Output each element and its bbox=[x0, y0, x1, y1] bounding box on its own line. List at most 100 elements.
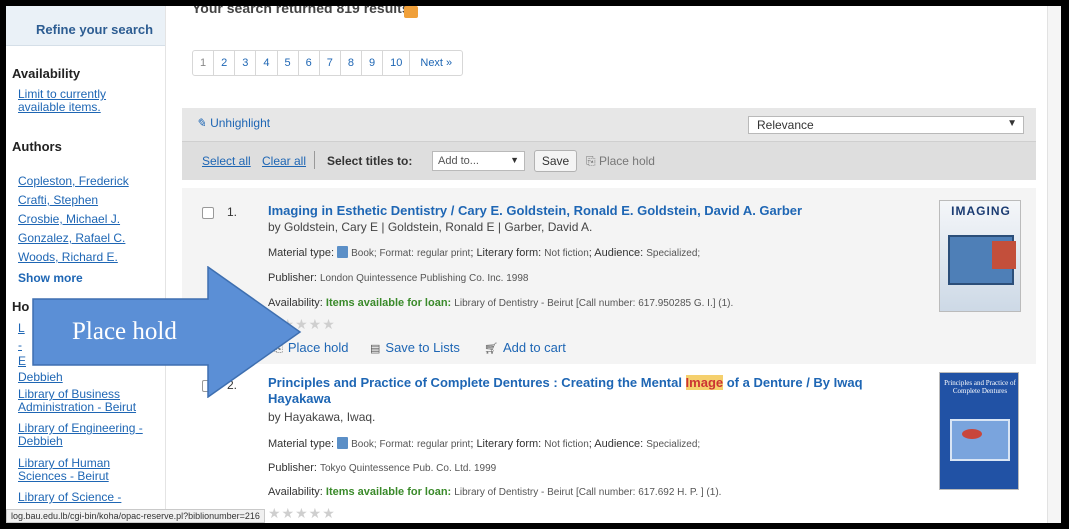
result-publisher-line: Publisher: Tokyo Quintessence Pub. Co. L… bbox=[268, 462, 496, 474]
rss-feed-icon[interactable] bbox=[404, 6, 418, 18]
unhighlight-button[interactable]: ✎ Unhighlight bbox=[196, 116, 270, 130]
title-text: Principles and Practice of Complete Dent… bbox=[268, 375, 686, 390]
result-title-link[interactable]: Imaging in Esthetic Dentistry / Cary E. … bbox=[268, 203, 928, 219]
library-facet-item[interactable]: - bbox=[18, 339, 22, 352]
availability-status: Items available for loan: bbox=[325, 486, 452, 498]
material-label: Material type: bbox=[268, 438, 335, 450]
selection-toolbar: Select all Clear all Select titles to: A… bbox=[182, 141, 1036, 180]
literary-value: Not fiction bbox=[544, 248, 589, 259]
divider bbox=[314, 151, 315, 169]
format-value: regular print bbox=[416, 248, 471, 259]
add-to-cart-button[interactable]: 🛒︎ Add to cart bbox=[484, 340, 566, 355]
page-link[interactable]: 9 bbox=[362, 51, 384, 75]
result-checkbox[interactable] bbox=[202, 207, 214, 219]
library-facet-item[interactable]: L bbox=[18, 322, 25, 335]
page-link[interactable]: 10 bbox=[383, 51, 411, 75]
result-publisher-line: Publisher: London Quintessence Publishin… bbox=[268, 272, 528, 284]
literary-label: ; Literary form: bbox=[470, 247, 542, 259]
library-facet-item[interactable]: Library of Science - bbox=[18, 491, 148, 504]
add-to-list-select[interactable]: Add to... ▼ bbox=[432, 151, 525, 171]
place-hold-callout-arrow: Place hold bbox=[32, 266, 302, 398]
availability-value: Library of Dentistry - Beirut [Call numb… bbox=[454, 487, 722, 498]
results-toolbar: ✎ Unhighlight Relevance ▼ Select all Clea… bbox=[182, 108, 1036, 180]
vertical-scrollbar[interactable] bbox=[1047, 6, 1061, 523]
publisher-value: Tokyo Quintessence Pub. Co. Ltd. 1999 bbox=[319, 463, 497, 474]
result-item: 1. Imaging in Esthetic Dentistry / Cary … bbox=[182, 188, 1036, 364]
author-facet-item[interactable]: Crafti, Stephen bbox=[18, 194, 98, 207]
authors-facet-title: Authors bbox=[12, 139, 62, 154]
audience-value: Specialized; bbox=[646, 439, 701, 450]
audience-label: ; Audience: bbox=[588, 247, 644, 259]
title-highlight: Image bbox=[685, 375, 724, 390]
cover-title: Principles and Practice of Complete Dent… bbox=[944, 379, 1016, 395]
result-byline: by Hayakawa, Iwaq. bbox=[268, 410, 376, 424]
book-icon bbox=[337, 246, 349, 258]
pen-icon: ✎ bbox=[196, 116, 207, 130]
status-bar-url: log.bau.edu.lb/cgi-bin/koha/opac-reserve… bbox=[6, 509, 265, 523]
facets-sidebar: Refine your search Availability Limit to… bbox=[6, 6, 166, 523]
material-value: Book; Format: bbox=[351, 439, 414, 450]
format-value: regular print bbox=[416, 439, 471, 450]
author-facet-item[interactable]: Crosbie, Michael J. bbox=[18, 213, 120, 226]
limit-available-link[interactable]: Limit to currently available items. bbox=[18, 88, 138, 114]
toolbar-place-hold-button[interactable]: ⎘ Place hold bbox=[586, 154, 655, 169]
refine-search-header: Refine your search bbox=[6, 6, 165, 46]
select-all-link[interactable]: Select all bbox=[202, 154, 251, 168]
audience-label: ; Audience: bbox=[588, 438, 644, 450]
cart-icon: 🛒︎ bbox=[484, 343, 498, 355]
page-link[interactable]: 4 bbox=[256, 51, 278, 75]
sort-select-value: Relevance bbox=[757, 118, 814, 132]
cover-art bbox=[992, 241, 1016, 269]
page-link[interactable]: 5 bbox=[278, 51, 299, 75]
cover-art bbox=[962, 429, 982, 439]
book-cover-image[interactable]: IMAGING bbox=[939, 200, 1021, 312]
rating-stars[interactable]: ★★★★★ bbox=[268, 505, 336, 522]
results-main: Your search returned 819 results. 1 2 3 … bbox=[176, 6, 1061, 523]
page-link[interactable]: 3 bbox=[235, 51, 257, 75]
result-item: 2. Principles and Practice of Complete D… bbox=[182, 364, 1036, 523]
author-facet-item[interactable]: Woods, Richard E. bbox=[18, 251, 118, 264]
page-link-current: 1 bbox=[193, 51, 215, 75]
save-to-lists-label: Save to Lists bbox=[385, 340, 460, 355]
results-count-text: Your search returned 819 results. bbox=[192, 6, 414, 16]
next-page-link[interactable]: Next » bbox=[410, 51, 462, 75]
availability-status: Items available for loan: bbox=[325, 297, 452, 309]
library-facet-item[interactable]: E bbox=[18, 355, 26, 368]
author-facet-item[interactable]: Gonzalez, Rafael C. bbox=[18, 232, 125, 245]
add-to-select-value: Add to... bbox=[438, 155, 479, 167]
list-icon: ▤ bbox=[370, 343, 381, 355]
result-material-line: Material type: Book; Format: regular pri… bbox=[268, 246, 700, 259]
page-link[interactable]: 7 bbox=[320, 51, 341, 75]
author-facet-item[interactable]: Copleston, Frederick bbox=[18, 175, 129, 188]
save-button[interactable]: Save bbox=[534, 150, 577, 172]
publisher-label: Publisher: bbox=[268, 462, 317, 474]
availability-facet-title: Availability bbox=[12, 66, 81, 81]
result-material-line: Material type: Book; Format: regular pri… bbox=[268, 437, 700, 450]
library-facet-item[interactable]: Library of Engineering - Debbieh bbox=[18, 422, 158, 448]
result-availability-line: Availability: Items available for loan: … bbox=[268, 297, 733, 309]
result-number: 1. bbox=[227, 205, 238, 219]
page-link[interactable]: 6 bbox=[299, 51, 320, 75]
chevron-down-icon: ▼ bbox=[510, 155, 519, 165]
hold-icon: ⎘ bbox=[586, 154, 599, 168]
result-title-link[interactable]: Principles and Practice of Complete Dent… bbox=[268, 375, 928, 407]
availability-label: Availability: bbox=[268, 486, 323, 498]
chevron-down-icon: ▼ bbox=[1007, 118, 1017, 129]
toolbar-place-hold-label: Place hold bbox=[598, 154, 655, 168]
browser-page: Refine your search Availability Limit to… bbox=[6, 6, 1061, 523]
save-to-lists-button[interactable]: ▤ Save to Lists bbox=[370, 340, 460, 355]
audience-value: Specialized; bbox=[646, 248, 701, 259]
library-facet-item[interactable]: Library of Human Sciences - Beirut bbox=[18, 457, 148, 483]
book-cover-image[interactable]: Principles and Practice of Complete Dent… bbox=[939, 372, 1019, 490]
select-titles-label: Select titles to: bbox=[327, 154, 413, 168]
page-link[interactable]: 2 bbox=[214, 51, 236, 75]
publisher-value: London Quintessence Publishing Co. Inc. … bbox=[319, 273, 529, 284]
holding-library-facet-title: Ho bbox=[12, 299, 30, 314]
availability-value: Library of Dentistry - Beirut [Call numb… bbox=[454, 298, 734, 309]
page-link[interactable]: 8 bbox=[341, 51, 362, 75]
literary-label: ; Literary form: bbox=[470, 438, 542, 450]
clear-all-link[interactable]: Clear all bbox=[262, 154, 306, 168]
add-to-cart-label: Add to cart bbox=[502, 340, 566, 355]
sort-select[interactable]: Relevance ▼ bbox=[748, 116, 1024, 134]
cover-title: IMAGING bbox=[951, 204, 1011, 218]
